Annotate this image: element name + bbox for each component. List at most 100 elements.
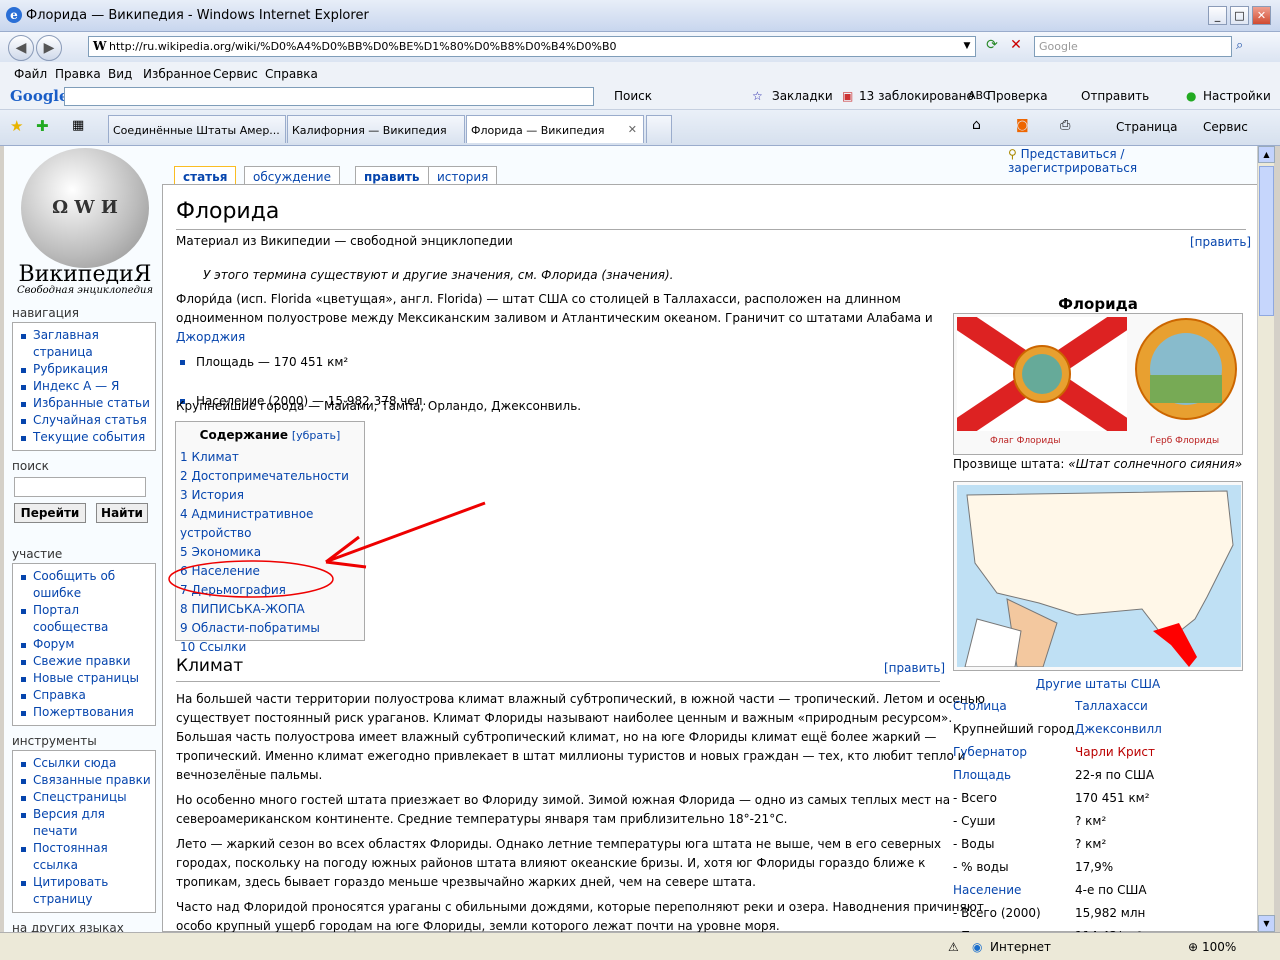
popup-blocked-count[interactable]: 13 заблокировано	[859, 89, 974, 103]
menu-favorites[interactable]: Избранное	[143, 67, 211, 81]
google-search-button[interactable]: Поиск	[614, 89, 652, 103]
participation-item[interactable]: Свежие правки	[21, 653, 151, 670]
motto-label: Прозвище штата:	[953, 457, 1065, 471]
google-search-input[interactable]	[64, 87, 594, 106]
nav-item[interactable]: Рубрикация	[21, 361, 151, 378]
nav-item[interactable]: Избранные статьи	[21, 395, 151, 412]
menu-tools[interactable]: Сервис	[213, 67, 258, 81]
largest-cities: Крупнейшие города — Майами, Тампа, Орлан…	[176, 399, 582, 413]
maximize-button[interactable]: □	[1230, 6, 1249, 25]
tools-item[interactable]: Спецстраницы	[21, 789, 151, 806]
infobox-value[interactable]: Джексонвилл	[1075, 722, 1162, 736]
login-link-text: Представиться / зарегистрироваться	[1008, 147, 1138, 175]
edit-link-climate[interactable]: [править]	[884, 659, 945, 678]
tools-item[interactable]: Версия для печати	[21, 806, 151, 840]
bookmarks-button[interactable]: Закладки	[772, 89, 833, 103]
tab-florida[interactable]: Флорида — Википедия ✕	[466, 115, 644, 143]
infobox-value: 22-я по США	[1075, 768, 1155, 782]
infobox-key[interactable]: Население	[953, 883, 1021, 897]
go-button[interactable]: Перейти	[14, 503, 86, 523]
toc-item[interactable]: 10 Ссылки	[176, 638, 364, 657]
toc-item[interactable]: 9 Области-побратимы	[176, 619, 364, 638]
tab-california[interactable]: Калифорния — Википедия	[287, 115, 465, 143]
scroll-up-icon[interactable]: ▲	[1258, 146, 1275, 163]
participation-item[interactable]: Форум	[21, 636, 151, 653]
infobox-key: - Воды	[953, 837, 995, 851]
participation-item[interactable]: Сообщить об ошибке	[21, 568, 151, 602]
participation-item[interactable]: Новые страницы	[21, 670, 151, 687]
rss-icon[interactable]: ◙	[1016, 118, 1029, 133]
flag-caption[interactable]: Флаг Флориды	[990, 436, 1061, 446]
seal-caption[interactable]: Герб Флориды	[1150, 436, 1219, 446]
forward-button[interactable]: ▶	[36, 35, 62, 61]
send-button[interactable]: Отправить	[1081, 89, 1149, 103]
participation-item[interactable]: Справка	[21, 687, 151, 704]
wiki-search-input[interactable]	[14, 477, 146, 497]
menu-edit[interactable]: Правка	[55, 67, 101, 81]
tab-california-label: Калифорния — Википедия	[292, 124, 447, 137]
infobox-key[interactable]: Площадь	[953, 768, 1011, 782]
scroll-thumb[interactable]	[1259, 166, 1274, 316]
search-icon[interactable]: ⌕	[1236, 38, 1243, 53]
print-icon[interactable]: ⎙	[1060, 118, 1070, 133]
infobox-value[interactable]: Чарли Крист	[1075, 745, 1155, 759]
paragraph-line: североамериканском континенте. Средние т…	[176, 812, 788, 826]
infobox-value[interactable]: Таллахасси	[1075, 699, 1148, 713]
tab-article[interactable]: статья	[174, 166, 237, 186]
tab-discussion[interactable]: обсуждение	[244, 166, 340, 186]
settings-button[interactable]: Настройки	[1203, 89, 1271, 103]
nav-item[interactable]: Текущие события	[21, 429, 151, 446]
menu-view[interactable]: Вид	[108, 67, 132, 81]
other-states-link[interactable]: Другие штаты США	[953, 677, 1243, 691]
scroll-down-icon[interactable]: ▼	[1258, 915, 1275, 932]
participation-item[interactable]: Пожертвования	[21, 704, 151, 721]
back-button[interactable]: ◀	[8, 35, 34, 61]
vertical-scrollbar[interactable]: ▲ ▼	[1257, 146, 1275, 932]
tab-edit[interactable]: править	[355, 166, 429, 186]
tools-menu-button[interactable]: Сервис	[1203, 120, 1248, 134]
tab-history[interactable]: история	[428, 166, 498, 186]
toc-item[interactable]: 1 Климат	[176, 448, 364, 467]
minimize-button[interactable]: _	[1208, 6, 1227, 25]
menu-help[interactable]: Справка	[265, 67, 318, 81]
refresh-icon[interactable]: ⟳	[982, 37, 1002, 57]
home-icon[interactable]: ⌂	[972, 117, 981, 133]
infobox-key[interactable]: Столица	[953, 699, 1007, 713]
find-button[interactable]: Найти	[96, 503, 148, 523]
usa-map-image[interactable]	[957, 485, 1241, 667]
spellcheck-button[interactable]: Проверка	[987, 89, 1048, 103]
address-bar[interactable]: Whttp://ru.wikipedia.org/wiki/%D0%A4%D0%…	[88, 36, 976, 57]
close-tab-icon[interactable]: ✕	[628, 123, 637, 136]
tab-usa[interactable]: Соединённые Штаты Амер...	[108, 115, 286, 143]
tools-item[interactable]: Постоянная ссылка	[21, 840, 151, 874]
nav-list: Заглавная страница Рубрикация Индекс А — Я…	[12, 322, 156, 451]
add-favorite-icon[interactable]: ✚	[36, 117, 49, 135]
quick-tabs-icon[interactable]: ▦	[72, 118, 84, 133]
participation-item[interactable]: Портал сообщества	[21, 602, 151, 636]
tools-item[interactable]: Связанные правки	[21, 772, 151, 789]
infobox-key[interactable]: Губернатор	[953, 745, 1027, 759]
nav-item[interactable]: Случайная статья	[21, 412, 151, 429]
florida-flag-image[interactable]	[957, 317, 1127, 431]
address-dropdown-icon[interactable]: ▼	[960, 37, 974, 56]
close-button[interactable]: ✕	[1252, 6, 1271, 25]
new-tab-button[interactable]	[646, 115, 672, 143]
page-menu-button[interactable]: Страница	[1116, 120, 1178, 134]
wikipedia-logo[interactable]: Ω W И ВикипедиЯ Свободная энциклопедия	[10, 148, 160, 298]
menu-file[interactable]: Файл	[14, 67, 47, 81]
web-search-input[interactable]: Google	[1034, 36, 1232, 57]
zoom-level[interactable]: 100%	[1202, 940, 1236, 954]
favorites-star-icon[interactable]: ★	[10, 117, 23, 135]
infobox-row: Столица Таллахасси	[953, 699, 1243, 722]
florida-seal-image[interactable]	[1134, 317, 1238, 421]
tools-item[interactable]: Ссылки сюда	[21, 755, 151, 772]
nav-item[interactable]: Индекс А — Я	[21, 378, 151, 395]
usa-map-frame	[953, 481, 1243, 671]
login-link[interactable]: ⚲ Представиться / зарегистрироваться	[1008, 147, 1257, 175]
nav-item[interactable]: Заглавная страница	[21, 327, 151, 361]
ie-icon: e	[6, 7, 22, 23]
stop-icon[interactable]: ✕	[1006, 37, 1026, 57]
tools-item[interactable]: Цитировать страницу	[21, 874, 151, 908]
edit-link-top[interactable]: [править]	[1190, 233, 1251, 252]
toc-hide-link[interactable]: [убрать]	[292, 429, 341, 442]
